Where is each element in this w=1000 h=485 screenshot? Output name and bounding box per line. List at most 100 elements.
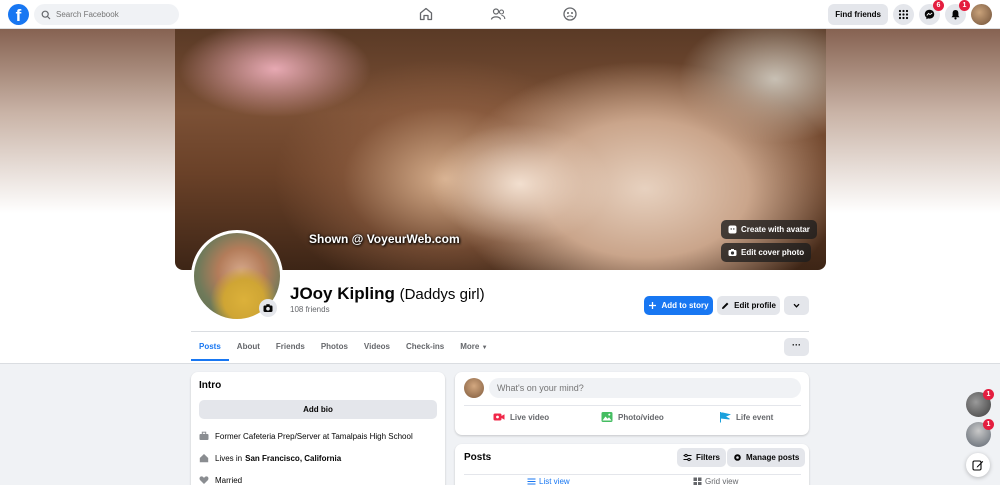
- grid-icon: [693, 477, 702, 485]
- tab-videos[interactable]: Videos: [356, 333, 398, 361]
- tab-more-label: More: [460, 342, 480, 351]
- profile-options-dropdown[interactable]: [784, 296, 809, 315]
- grid-menu-icon: [898, 9, 909, 20]
- manage-posts-button[interactable]: Manage posts: [727, 448, 806, 467]
- add-to-story-label: Add to story: [661, 301, 709, 310]
- tab-about[interactable]: About: [229, 333, 268, 361]
- tab-friends[interactable]: Friends: [268, 333, 313, 361]
- briefcase-icon: [199, 431, 209, 440]
- filters-button[interactable]: Filters: [677, 448, 727, 467]
- new-message-button[interactable]: [966, 453, 990, 477]
- add-to-story-button[interactable]: Add to story: [644, 296, 713, 315]
- add-bio-button[interactable]: Add bio: [199, 400, 437, 419]
- intro-card: Intro Add bio Former Cafeteria Prep/Serv…: [191, 372, 445, 485]
- live-video-label: Live video: [510, 412, 550, 422]
- friends-icon[interactable]: [490, 6, 506, 22]
- cover-photo[interactable]: Shown @ VoyeurWeb.com Create with avatar…: [175, 29, 826, 270]
- notifications-badge: 1: [959, 0, 970, 11]
- compose-icon: [972, 460, 984, 471]
- groups-icon[interactable]: [562, 6, 578, 22]
- caret-down-icon: ▼: [481, 345, 488, 351]
- search-icon: [41, 10, 51, 19]
- friends-count[interactable]: 108 friends: [290, 305, 330, 314]
- intro-title: Intro: [199, 380, 222, 391]
- posts-card: Posts Filters Manage posts List view Gri…: [455, 444, 809, 485]
- intro-lives-prefix: Lives in: [215, 453, 243, 463]
- bell-icon: [951, 10, 960, 20]
- post-composer-card: Live video Photo/video Life event: [455, 372, 809, 435]
- profile-name: JOoy Kipling (Daddys girl): [290, 284, 485, 304]
- edit-cover-photo-button[interactable]: Edit cover photo: [721, 243, 812, 262]
- profile-nickname: (Daddys girl): [399, 286, 485, 303]
- life-event-button[interactable]: Life event: [719, 411, 773, 423]
- notifications-button[interactable]: 1: [945, 0, 970, 25]
- nav-right-actions: Find friends 6 1: [828, 0, 992, 25]
- update-profile-picture-button[interactable]: [259, 299, 277, 317]
- chat-head-1-badge: 1: [983, 389, 994, 400]
- intro-work: Former Cafeteria Prep/Server at Tamalpai…: [199, 431, 413, 441]
- life-event-label: Life event: [736, 412, 774, 422]
- flag-icon: [720, 412, 731, 423]
- gear-icon: [734, 454, 741, 461]
- create-with-avatar-label: Create with avatar: [741, 225, 810, 234]
- menu-button[interactable]: [893, 4, 914, 25]
- home-icon: [199, 454, 209, 463]
- camera-icon: [263, 304, 273, 312]
- header-bottom-border: [0, 363, 1000, 364]
- main-nav-tabs: [418, 6, 578, 22]
- avatar-icon: [728, 225, 737, 234]
- composer-divider: [464, 405, 801, 406]
- edit-cover-photo-label: Edit cover photo: [741, 248, 805, 257]
- find-friends-button[interactable]: Find friends: [828, 4, 888, 25]
- whats-on-your-mind-input[interactable]: [489, 378, 801, 398]
- intro-relationship-text: Married: [215, 475, 243, 485]
- search-input[interactable]: [56, 10, 171, 19]
- list-icon: [527, 478, 536, 485]
- manage-posts-label: Manage posts: [746, 453, 800, 462]
- tab-posts[interactable]: Posts: [191, 333, 229, 361]
- chevron-down-icon: [793, 303, 800, 308]
- posts-divider: [464, 474, 801, 475]
- messenger-button[interactable]: 6: [919, 0, 944, 25]
- list-view-tab[interactable]: List view: [527, 477, 570, 485]
- plus-icon: [649, 302, 657, 309]
- tab-check-ins[interactable]: Check-ins: [398, 333, 452, 361]
- grid-view-tab[interactable]: Grid view: [693, 477, 738, 485]
- posts-title: Posts: [464, 452, 492, 463]
- home-icon[interactable]: [418, 6, 434, 22]
- list-view-label: List view: [539, 477, 570, 485]
- tab-more[interactable]: More ▼: [452, 333, 495, 361]
- intro-work-text: Former Cafeteria Prep/Server at Tamalpai…: [215, 431, 413, 441]
- profile-name-text: JOoy Kipling: [290, 284, 395, 303]
- heart-icon: [199, 476, 209, 484]
- live-video-button[interactable]: Live video: [493, 411, 549, 423]
- intro-lives-city[interactable]: San Francisco, California: [245, 454, 341, 463]
- tab-photos[interactable]: Photos: [313, 333, 356, 361]
- sliders-icon: [683, 453, 692, 462]
- photo-video-button[interactable]: Photo/video: [601, 411, 664, 423]
- more-options-button[interactable]: ···: [784, 338, 809, 356]
- cover-watermark: Shown @ VoyeurWeb.com: [309, 232, 460, 246]
- filters-label: Filters: [696, 453, 721, 462]
- messenger-badge: 6: [933, 0, 944, 11]
- header-divider: [191, 331, 809, 332]
- grid-view-label: Grid view: [705, 477, 739, 485]
- photo-icon: [601, 412, 613, 422]
- live-video-icon: [493, 413, 505, 421]
- edit-profile-button[interactable]: Edit profile: [717, 296, 780, 315]
- intro-lives-in: Lives in San Francisco, California: [199, 453, 341, 463]
- messenger-icon: [924, 9, 935, 20]
- chat-head-2-badge: 1: [983, 419, 994, 430]
- top-navigation-bar: f Find friends 6 1: [0, 0, 1000, 29]
- photo-video-label: Photo/video: [618, 412, 664, 422]
- facebook-logo[interactable]: f: [8, 4, 29, 25]
- camera-icon: [728, 249, 737, 256]
- profile-tabs: Posts About Friends Photos Videos Check-…: [191, 333, 496, 361]
- create-with-avatar-button[interactable]: Create with avatar: [721, 220, 817, 239]
- search-box[interactable]: [34, 4, 179, 25]
- intro-relationship: Married: [199, 475, 242, 485]
- pencil-icon: [722, 302, 729, 309]
- composer-avatar[interactable]: [464, 378, 484, 398]
- edit-profile-label: Edit profile: [734, 301, 776, 310]
- account-avatar[interactable]: [971, 4, 992, 25]
